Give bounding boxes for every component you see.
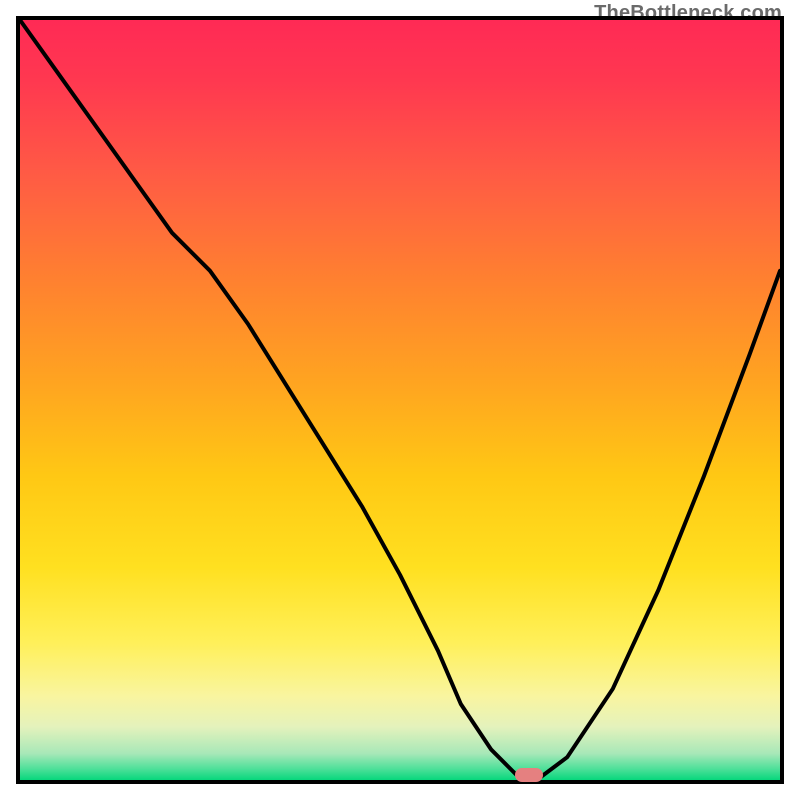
chart-container: TheBottleneck.com xyxy=(0,0,800,800)
plot-area xyxy=(16,16,784,784)
optimal-marker xyxy=(515,768,543,782)
